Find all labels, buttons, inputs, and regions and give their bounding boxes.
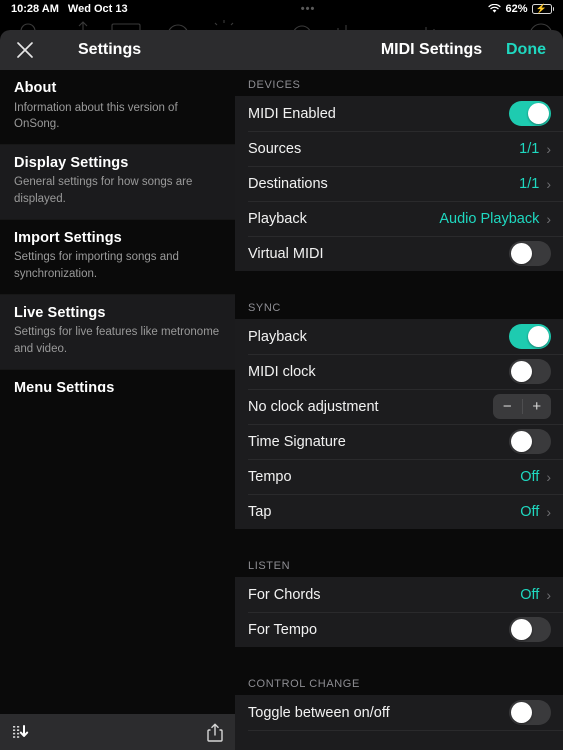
battery-percent: 62% — [505, 3, 528, 15]
section-header-control-change: CONTROL CHANGE — [235, 669, 563, 695]
sidebar-item-menu-settings[interactable]: Menu Settings Configure options for the … — [0, 370, 235, 392]
toggle-sync-playback[interactable] — [509, 324, 551, 349]
row-tempo[interactable]: Tempo Off › — [235, 459, 563, 494]
row-toggle-between-on-off[interactable]: Toggle between on/off — [235, 695, 563, 730]
row-clock-adjustment[interactable]: No clock adjustment − + — [235, 389, 563, 424]
row-value: Off — [520, 586, 540, 603]
import-download-icon[interactable] — [12, 724, 30, 741]
chevron-right-icon: › — [546, 503, 551, 520]
share-icon[interactable] — [207, 723, 223, 742]
row-value: Off — [520, 468, 540, 485]
row-value: 1/1 — [519, 175, 540, 192]
row-label: MIDI clock — [248, 363, 316, 380]
sidebar-item-title: Import Settings — [14, 229, 122, 246]
sidebar-item-subtitle: Settings for live features like metronom… — [14, 326, 220, 355]
settings-sheet: Settings MIDI Settings Done About Inform… — [0, 30, 563, 750]
navigation-bar: Settings MIDI Settings Done — [0, 30, 563, 70]
page-title-settings: Settings — [78, 41, 142, 58]
toggle-for-tempo[interactable] — [509, 617, 551, 642]
sidebar-item-display-settings[interactable]: Display Settings General settings for ho… — [0, 144, 235, 220]
sidebar-item-subtitle: General settings for how songs are displ… — [14, 176, 193, 206]
sidebar-filler — [0, 392, 235, 714]
row-time-signature[interactable]: Time Signature — [235, 424, 563, 459]
row-midi-enabled[interactable]: MIDI Enabled — [235, 96, 563, 131]
section-spacer — [235, 529, 563, 551]
section-header-devices: DEVICES — [235, 70, 563, 96]
row-playback-device[interactable]: Playback Audio Playback › — [235, 201, 563, 236]
row-label: Destinations — [248, 175, 328, 192]
row-midi-clock[interactable]: MIDI clock — [235, 354, 563, 389]
sidebar-item-title: Live Settings — [14, 304, 106, 321]
section-spacer — [235, 271, 563, 293]
toggle-time-signature[interactable] — [509, 429, 551, 454]
section-header-listen: LISTEN — [235, 551, 563, 577]
row-label: Playback — [248, 210, 307, 227]
toggle-midi-enabled[interactable] — [509, 101, 551, 126]
row-label: No clock adjustment — [248, 398, 379, 415]
row-sources[interactable]: Sources 1/1 › — [235, 131, 563, 166]
chevron-right-icon: › — [546, 140, 551, 157]
row-label: Virtual MIDI — [248, 245, 324, 262]
midi-settings-detail: DEVICES MIDI Enabled Sources 1/1 › Desti… — [235, 70, 563, 750]
sidebar-item-about[interactable]: About Information about this version of … — [0, 70, 235, 145]
stepper-minus-button[interactable]: − — [493, 394, 522, 419]
status-dots: ••• — [300, 3, 316, 15]
done-button[interactable]: Done — [506, 41, 563, 59]
sidebar-item-live-settings[interactable]: Live Settings Settings for live features… — [0, 294, 235, 370]
close-icon[interactable] — [0, 40, 50, 60]
status-date: Wed Oct 13 — [67, 3, 128, 15]
status-bar-right: 62% ⚡ — [488, 3, 563, 15]
sidebar-item-subtitle: Information about this version of OnSong… — [14, 101, 178, 131]
sidebar-footer — [0, 714, 235, 750]
settings-sidebar: About Information about this version of … — [0, 70, 235, 750]
sidebar-item-title: Menu Settings — [14, 379, 115, 392]
row-label: For Chords — [248, 586, 321, 603]
sheet-body: About Information about this version of … — [0, 70, 563, 750]
sidebar-item-title: About — [14, 80, 57, 96]
toggle-midi-clock[interactable] — [509, 359, 551, 384]
row-label: Time Signature — [248, 433, 346, 450]
row-partial-next[interactable] — [235, 730, 563, 750]
sidebar-item-subtitle: Settings for importing songs and synchro… — [14, 251, 179, 281]
battery-charging-icon: ⚡ — [531, 4, 554, 14]
row-tap[interactable]: Tap Off › — [235, 494, 563, 529]
chevron-right-icon: › — [546, 468, 551, 485]
row-value: Off — [520, 503, 540, 520]
row-for-chords[interactable]: For Chords Off › — [235, 577, 563, 612]
section-spacer — [235, 647, 563, 669]
chevron-right-icon: › — [546, 210, 551, 227]
sidebar-item-import-settings[interactable]: Import Settings Settings for importing s… — [0, 220, 235, 295]
stepper-plus-button[interactable]: + — [523, 394, 552, 419]
sidebar-list: About Information about this version of … — [0, 70, 235, 392]
chevron-right-icon: › — [546, 175, 551, 192]
row-value: Audio Playback — [439, 210, 540, 227]
clock-adjustment-stepper[interactable]: − + — [493, 394, 551, 419]
wifi-icon — [488, 3, 502, 14]
row-label: Sources — [248, 140, 302, 157]
row-label: Tempo — [248, 468, 292, 485]
row-value: 1/1 — [519, 140, 540, 157]
status-bar-center: ••• — [128, 3, 489, 15]
toggle-between-on-off[interactable] — [509, 700, 551, 725]
status-bar: 10:28 AM Wed Oct 13 ••• 62% ⚡ — [0, 0, 563, 18]
row-sync-playback[interactable]: Playback — [235, 319, 563, 354]
sidebar-item-title: Display Settings — [14, 154, 129, 171]
status-time: 10:28 AM — [11, 3, 59, 15]
row-virtual-midi[interactable]: Virtual MIDI — [235, 236, 563, 271]
row-label: MIDI Enabled — [248, 105, 336, 122]
row-for-tempo[interactable]: For Tempo — [235, 612, 563, 647]
row-label: Toggle between on/off — [248, 704, 390, 721]
screen: 10:28 AM Wed Oct 13 ••• 62% ⚡ Settings M… — [0, 0, 563, 750]
row-label: For Tempo — [248, 621, 318, 638]
row-label: Playback — [248, 328, 307, 345]
chevron-right-icon: › — [546, 586, 551, 603]
section-header-sync: SYNC — [235, 293, 563, 319]
status-bar-left: 10:28 AM Wed Oct 13 — [0, 3, 128, 15]
row-label: Tap — [248, 503, 272, 520]
toggle-virtual-midi[interactable] — [509, 241, 551, 266]
row-destinations[interactable]: Destinations 1/1 › — [235, 166, 563, 201]
